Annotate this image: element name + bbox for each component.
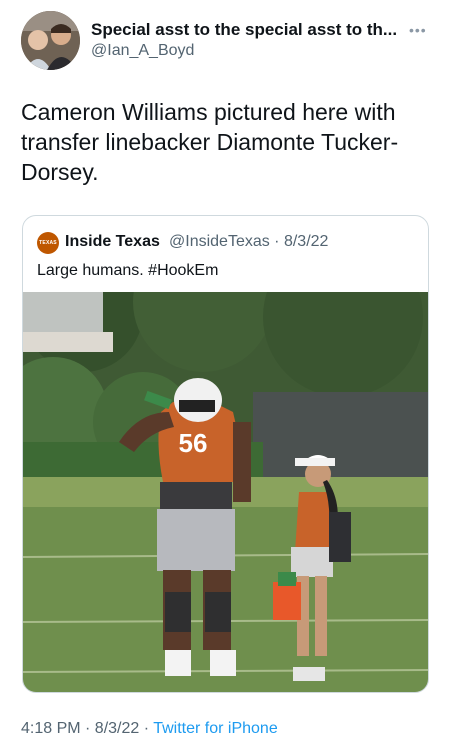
timestamp[interactable]: 4:18 PM · 8/3/22 · [21, 720, 153, 737]
display-name[interactable]: Special asst to the special asst to th..… [91, 20, 397, 40]
avatar[interactable] [21, 11, 80, 70]
quoted-tweet[interactable]: TEXAS Inside Texas @InsideTexas · 8/3/22… [22, 215, 429, 693]
ellipsis-icon[interactable]: ••• [409, 22, 427, 38]
inside-texas-logo-icon: TEXAS [37, 232, 59, 254]
tweet-detail: Special asst to the special asst to th..… [0, 0, 451, 750]
tweet-footer: 4:18 PM · 8/3/22 · Twitter for iPhone [21, 720, 278, 738]
user-handle[interactable]: @Ian_A_Boyd [91, 42, 194, 60]
tweet-photo[interactable]: 56 [23, 232, 428, 692]
quoted-text: Large humans. #HookEm [37, 262, 219, 279]
jersey-number: 56 [179, 428, 208, 458]
quoted-handle-date[interactable]: @InsideTexas · 8/3/22 [169, 233, 328, 251]
quoted-display-name[interactable]: Inside Texas [65, 233, 160, 251]
source-link[interactable]: Twitter for iPhone [153, 720, 278, 737]
tweet-text: Cameron Williams pictured here with tran… [21, 99, 399, 185]
